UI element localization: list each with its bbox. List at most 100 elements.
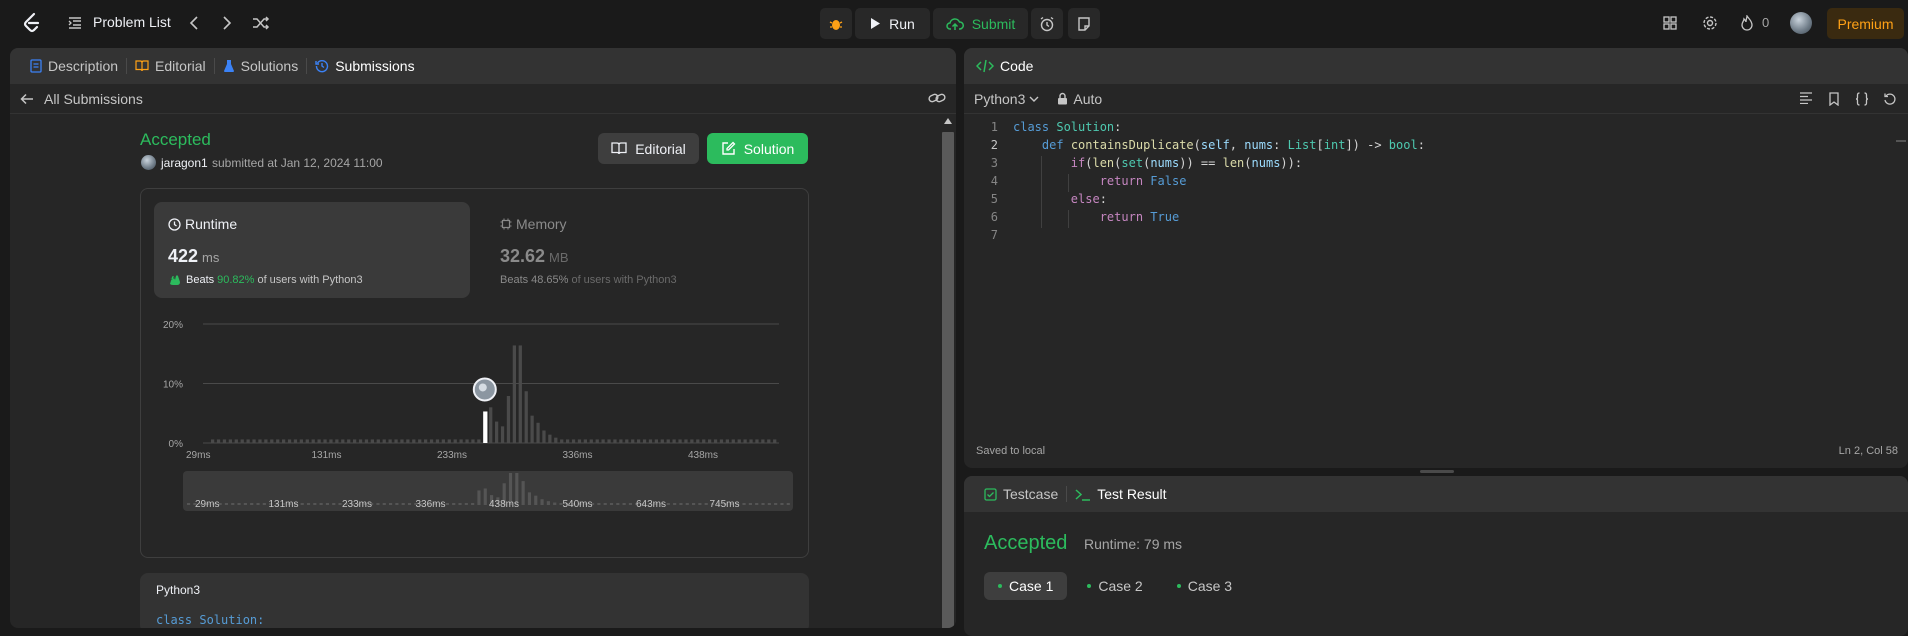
chart-range-bar — [382, 503, 386, 505]
chart-bar — [560, 439, 564, 443]
line-number: 4 — [990, 174, 998, 188]
chart-bar — [696, 439, 700, 443]
cursor-position: Ln 2, Col 58 — [1838, 445, 1898, 457]
chart-range-bar — [540, 499, 544, 505]
chart-bar — [471, 439, 475, 443]
memory-card[interactable]: Memory 32.62 MB Beats 48.65% of users wit… — [486, 202, 786, 298]
case-3-tab[interactable]: Case 3 — [1163, 572, 1246, 600]
timer-button[interactable] — [1031, 8, 1063, 39]
tab-submissions[interactable]: Submissions — [307, 48, 422, 84]
all-submissions-label: All Submissions — [44, 90, 143, 107]
chart-range-bar — [237, 503, 241, 505]
chart-range-bar — [767, 503, 771, 505]
chart-y-tick-label: 0% — [169, 439, 184, 450]
chart-bar — [305, 439, 309, 443]
format-icon[interactable] — [1792, 92, 1820, 106]
case-1-tab[interactable]: Case 1 — [984, 572, 1068, 600]
chevron-left-icon[interactable] — [184, 13, 204, 33]
flame-icon[interactable] — [1737, 13, 1757, 33]
problem-list-link[interactable]: Problem List — [93, 14, 171, 30]
debug-button[interactable] — [820, 8, 852, 39]
chart-bar — [394, 439, 398, 443]
submitted-code-preview: Python3 class Solution: — [140, 573, 809, 628]
premium-button[interactable]: Premium — [1827, 8, 1904, 39]
solution-button-label: Solution — [743, 140, 795, 157]
submit-button[interactable]: Submit — [933, 8, 1028, 39]
code-editor[interactable]: 1 2 3 4 5 6 7 class Solution: def contai… — [964, 120, 1908, 420]
left-scrollbar[interactable] — [940, 114, 956, 628]
tab-editorial[interactable]: Editorial — [127, 48, 214, 84]
user-avatar[interactable] — [1790, 12, 1812, 34]
tab-solutions[interactable]: Solutions — [215, 48, 307, 84]
run-button[interactable]: Run — [855, 8, 930, 39]
chart-range-bar — [262, 503, 266, 505]
chart-bar — [506, 395, 511, 443]
runtime-beats-suffix: of users with Python3 — [257, 274, 363, 286]
submitter-name[interactable]: jaragon1 — [161, 156, 208, 170]
leetcode-logo-icon[interactable] — [20, 11, 44, 35]
problem-list-icon[interactable] — [67, 15, 83, 31]
solution-button[interactable]: Solution — [707, 133, 808, 164]
chart-bar — [524, 391, 528, 443]
chart-range-bar — [761, 503, 765, 505]
runtime-unit: ms — [202, 250, 220, 265]
scroll-thumb[interactable] — [942, 132, 954, 628]
chart-y-tick-label: 10% — [163, 380, 183, 391]
gear-icon[interactable] — [1700, 13, 1720, 33]
braces-icon[interactable] — [1848, 92, 1876, 106]
notes-button[interactable] — [1068, 8, 1100, 39]
chart-bar — [607, 439, 611, 443]
editorial-button[interactable]: Editorial — [598, 133, 699, 164]
lock-icon — [1058, 92, 1068, 105]
panel-resize-handle[interactable] — [1420, 470, 1454, 473]
link-icon[interactable] — [928, 91, 946, 105]
bookmark-icon[interactable] — [1820, 92, 1848, 106]
chart-range-bar — [774, 503, 778, 505]
chart-range-tick-label: 540ms — [563, 499, 593, 510]
chart-bar — [424, 439, 428, 443]
clock-icon — [168, 217, 181, 231]
pass-dot — [1087, 584, 1092, 588]
all-submissions-link[interactable]: All Submissions — [10, 84, 956, 114]
auto-mode[interactable]: Auto — [1057, 91, 1102, 107]
chart-bar — [577, 439, 582, 443]
chart-bar — [252, 439, 256, 443]
chart-bar — [311, 439, 315, 443]
code-line: return False — [1099, 174, 1187, 188]
code-panel-header: Code — [964, 48, 1908, 84]
stats-box: Runtime 422 ms Beats 90.82% of users with… — [140, 188, 809, 558]
runtime-label-row: Runtime — [168, 216, 237, 232]
chart-range-bar — [679, 503, 683, 505]
tab-description[interactable]: Description — [22, 48, 126, 84]
language-select[interactable]: Python3 — [974, 91, 1039, 107]
auto-mode-label: Auto — [1073, 90, 1103, 107]
book-icon — [611, 142, 627, 155]
chart-range-bar — [597, 503, 601, 505]
chart-range-bar — [395, 503, 399, 505]
code-line: return True — [1099, 210, 1180, 224]
chart-range-bar — [692, 503, 696, 505]
chevron-right-icon[interactable] — [217, 13, 237, 33]
runtime-card[interactable]: Runtime 422 ms Beats 90.82% of users with… — [154, 202, 470, 298]
runtime-beats-row: Beats 90.82% of users with Python3 — [168, 274, 363, 286]
chart-bar — [341, 439, 345, 443]
bug-icon — [829, 19, 843, 30]
shuffle-icon[interactable] — [251, 13, 271, 33]
tab-test-result[interactable]: Test Result — [1067, 476, 1174, 512]
left-tab-bar: Description Editorial Solutions Submissi… — [10, 48, 956, 84]
case-2-tab[interactable]: Case 2 — [1073, 572, 1156, 600]
submitter-avatar[interactable] — [141, 155, 156, 170]
runtime-label: Runtime — [185, 216, 238, 232]
chart-range-bar — [685, 503, 689, 505]
chart-range-bar — [698, 503, 702, 505]
chart-range-bar — [471, 503, 475, 505]
reset-icon[interactable] — [1876, 92, 1904, 106]
runtime-distribution-chart[interactable]: 20%10%0%29ms131ms233ms336ms438ms540ms643… — [141, 309, 808, 559]
chart-bar — [441, 439, 446, 443]
editorial-button-label: Editorial — [635, 140, 686, 157]
layout-icon[interactable] — [1660, 13, 1680, 33]
play-icon — [871, 18, 881, 29]
arrow-left-icon — [20, 93, 33, 104]
tab-testcase[interactable]: Testcase — [976, 476, 1066, 512]
scroll-up-arrow-icon[interactable] — [944, 118, 952, 124]
